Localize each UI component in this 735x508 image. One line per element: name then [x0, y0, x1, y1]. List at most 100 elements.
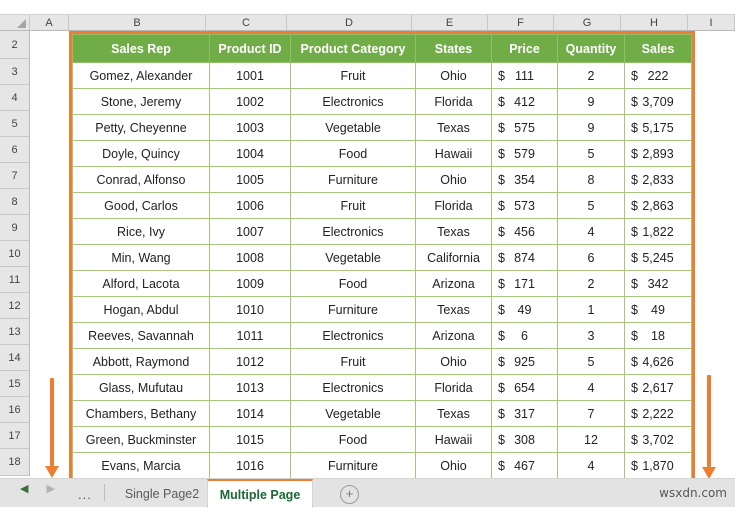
row-header-6[interactable]: 6: [0, 137, 29, 163]
cell-sales[interactable]: $1,870: [624, 452, 692, 479]
cell-product-id[interactable]: 1006: [209, 192, 291, 219]
cell-quantity[interactable]: 5: [557, 140, 625, 167]
cell-quantity[interactable]: 2: [557, 62, 625, 89]
column-header-A[interactable]: A: [30, 15, 69, 30]
cell-product-id[interactable]: 1010: [209, 296, 291, 323]
row-header-9[interactable]: 9: [0, 215, 29, 241]
cell-price[interactable]: $49: [491, 296, 558, 323]
row-header-16[interactable]: 16: [0, 397, 29, 423]
cell-product-category[interactable]: Fruit: [290, 62, 416, 89]
cell-quantity[interactable]: 12: [557, 426, 625, 453]
column-header-D[interactable]: D: [287, 15, 412, 30]
next-sheet-icon[interactable]: ▶: [46, 484, 54, 495]
row-header-14[interactable]: 14: [0, 345, 29, 371]
cell-states[interactable]: Texas: [415, 218, 492, 245]
cell-quantity[interactable]: 7: [557, 400, 625, 427]
cell-quantity[interactable]: 1: [557, 296, 625, 323]
cell-sales-rep[interactable]: Alford, Lacota: [72, 270, 210, 297]
cell-quantity[interactable]: 3: [557, 322, 625, 349]
cell-price[interactable]: $111: [491, 62, 558, 89]
cell-price[interactable]: $456: [491, 218, 558, 245]
cell-price[interactable]: $579: [491, 140, 558, 167]
sheet-tab-single-page2[interactable]: Single Page2: [112, 479, 212, 508]
cell-price[interactable]: $573: [491, 192, 558, 219]
cell-sales-rep[interactable]: Rice, Ivy: [72, 218, 210, 245]
cell-states[interactable]: Arizona: [415, 322, 492, 349]
cell-quantity[interactable]: 5: [557, 348, 625, 375]
header-states[interactable]: States: [415, 34, 492, 63]
cell-states[interactable]: Arizona: [415, 270, 492, 297]
cell-product-category[interactable]: Vegetable: [290, 114, 416, 141]
cell-product-category[interactable]: Vegetable: [290, 400, 416, 427]
cell-product-id[interactable]: 1003: [209, 114, 291, 141]
cell-price[interactable]: $171: [491, 270, 558, 297]
row-header-13[interactable]: 13: [0, 319, 29, 345]
cell-sales[interactable]: $49: [624, 296, 692, 323]
column-header-E[interactable]: E: [412, 15, 488, 30]
cell-product-category[interactable]: Fruit: [290, 192, 416, 219]
cell-price[interactable]: $317: [491, 400, 558, 427]
cell-sales[interactable]: $2,893: [624, 140, 692, 167]
cell-quantity[interactable]: 4: [557, 452, 625, 479]
row-header-15[interactable]: 15: [0, 371, 29, 397]
cell-product-id[interactable]: 1007: [209, 218, 291, 245]
cell-sales[interactable]: $2,863: [624, 192, 692, 219]
row-header-11[interactable]: 11: [0, 267, 29, 293]
prev-sheet-icon[interactable]: ◀: [20, 484, 28, 495]
cell-quantity[interactable]: 4: [557, 374, 625, 401]
cell-price[interactable]: $354: [491, 166, 558, 193]
cell-price[interactable]: $925: [491, 348, 558, 375]
cell-sales-rep[interactable]: Chambers, Bethany: [72, 400, 210, 427]
cell-product-category[interactable]: Furniture: [290, 296, 416, 323]
cell-sales[interactable]: $342: [624, 270, 692, 297]
cell-product-category[interactable]: Furniture: [290, 166, 416, 193]
cell-product-id[interactable]: 1015: [209, 426, 291, 453]
cell-price[interactable]: $874: [491, 244, 558, 271]
cell-quantity[interactable]: 9: [557, 88, 625, 115]
header-sales[interactable]: Sales: [624, 34, 692, 63]
column-header-G[interactable]: G: [554, 15, 621, 30]
cell-sales-rep[interactable]: Green, Buckminster: [72, 426, 210, 453]
cell-sales-rep[interactable]: Petty, Cheyenne: [72, 114, 210, 141]
cell-product-id[interactable]: 1016: [209, 452, 291, 479]
cell-product-id[interactable]: 1005: [209, 166, 291, 193]
cell-states[interactable]: Texas: [415, 400, 492, 427]
cell-sales-rep[interactable]: Conrad, Alfonso: [72, 166, 210, 193]
cell-states[interactable]: Hawaii: [415, 426, 492, 453]
row-header-7[interactable]: 7: [0, 163, 29, 189]
cell-product-category[interactable]: Food: [290, 426, 416, 453]
cell-price[interactable]: $6: [491, 322, 558, 349]
cell-sales[interactable]: $2,617: [624, 374, 692, 401]
cell-states[interactable]: Florida: [415, 88, 492, 115]
cell-states[interactable]: Ohio: [415, 166, 492, 193]
row-header-17[interactable]: 17: [0, 423, 29, 449]
row-header-2[interactable]: 2: [0, 31, 29, 59]
header-price[interactable]: Price: [491, 34, 558, 63]
column-header-C[interactable]: C: [206, 15, 287, 30]
cell-states[interactable]: Texas: [415, 296, 492, 323]
cell-product-category[interactable]: Electronics: [290, 88, 416, 115]
cell-product-id[interactable]: 1001: [209, 62, 291, 89]
cell-quantity[interactable]: 9: [557, 114, 625, 141]
cell-sales-rep[interactable]: Min, Wang: [72, 244, 210, 271]
cell-quantity[interactable]: 2: [557, 270, 625, 297]
row-header-10[interactable]: 10: [0, 241, 29, 267]
cell-sales[interactable]: $18: [624, 322, 692, 349]
add-sheet-icon[interactable]: +: [340, 485, 359, 504]
cell-sales-rep[interactable]: Glass, Mufutau: [72, 374, 210, 401]
cell-sales[interactable]: $4,626: [624, 348, 692, 375]
cell-product-category[interactable]: Electronics: [290, 322, 416, 349]
cell-product-id[interactable]: 1011: [209, 322, 291, 349]
cell-product-category[interactable]: Furniture: [290, 452, 416, 479]
cell-product-id[interactable]: 1009: [209, 270, 291, 297]
cell-quantity[interactable]: 6: [557, 244, 625, 271]
cell-product-id[interactable]: 1014: [209, 400, 291, 427]
cell-sales-rep[interactable]: Reeves, Savannah: [72, 322, 210, 349]
row-header-3[interactable]: 3: [0, 59, 29, 85]
select-all-corner[interactable]: [0, 15, 30, 30]
cell-product-category[interactable]: Food: [290, 270, 416, 297]
cell-states[interactable]: Hawaii: [415, 140, 492, 167]
cell-sales[interactable]: $2,833: [624, 166, 692, 193]
cell-product-category[interactable]: Food: [290, 140, 416, 167]
cell-sales-rep[interactable]: Stone, Jeremy: [72, 88, 210, 115]
